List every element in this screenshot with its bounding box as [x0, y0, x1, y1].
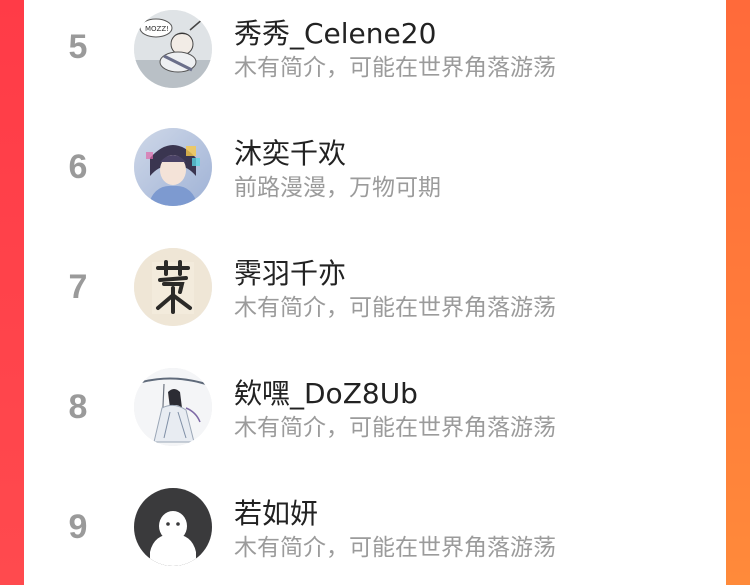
anime-art-avatar-icon: MOZZ!: [134, 10, 212, 88]
user-name: 秀秀_Celene20: [234, 17, 437, 50]
calligraphy-avatar-icon: [134, 248, 212, 326]
ranking-row[interactable]: 8 欸嘿_DoZ8Ub 木有简介，可能在世界角落游荡: [24, 350, 726, 470]
ranking-row[interactable]: 9 若如妍 木有简介，可能在世界角落游荡: [24, 470, 726, 585]
user-bio: 木有简介，可能在世界角落游荡: [234, 535, 556, 561]
user-name: 若如妍: [234, 497, 319, 530]
user-name: 沐奕千欢: [234, 137, 347, 170]
left-gradient-edge: [0, 0, 24, 585]
rank-number: 7: [68, 268, 88, 306]
ranking-list: 5 MOZZ! 秀秀_Celene20 木有简介，可能在世界角落游荡 6 沐奕千…: [24, 0, 726, 585]
rank-number: 8: [68, 388, 88, 426]
user-bio: 木有简介，可能在世界角落游荡: [234, 415, 556, 441]
user-bio: 木有简介，可能在世界角落游荡: [234, 295, 556, 321]
rank-number: 9: [68, 508, 88, 546]
user-name: 霁羽千亦: [234, 257, 347, 290]
rank-number: 6: [68, 148, 88, 186]
ink-figure-avatar-icon: [134, 368, 212, 446]
anime-boy-avatar-icon: [134, 128, 212, 206]
user-name: 欸嘿_DoZ8Ub: [234, 377, 418, 410]
right-gradient-edge: [726, 0, 750, 585]
rank-number: 5: [68, 28, 88, 66]
ranking-row[interactable]: 7 霁羽千亦 木有简介，可能在世界角落游荡: [24, 230, 726, 350]
ranking-row[interactable]: 6 沐奕千欢 前路漫漫，万物可期: [24, 110, 726, 230]
user-avatar[interactable]: [134, 368, 212, 446]
user-avatar[interactable]: [134, 128, 212, 206]
ranking-row[interactable]: 5 MOZZ! 秀秀_Celene20 木有简介，可能在世界角落游荡: [24, 0, 726, 110]
svg-text:MOZZ!: MOZZ!: [145, 25, 169, 33]
user-bio: 木有简介，可能在世界角落游荡: [234, 55, 556, 81]
user-bio: 前路漫漫，万物可期: [234, 175, 441, 201]
user-avatar[interactable]: [134, 488, 212, 566]
default-ghost-avatar-icon: [134, 488, 212, 566]
user-avatar[interactable]: MOZZ!: [134, 10, 212, 88]
user-avatar[interactable]: [134, 248, 212, 326]
